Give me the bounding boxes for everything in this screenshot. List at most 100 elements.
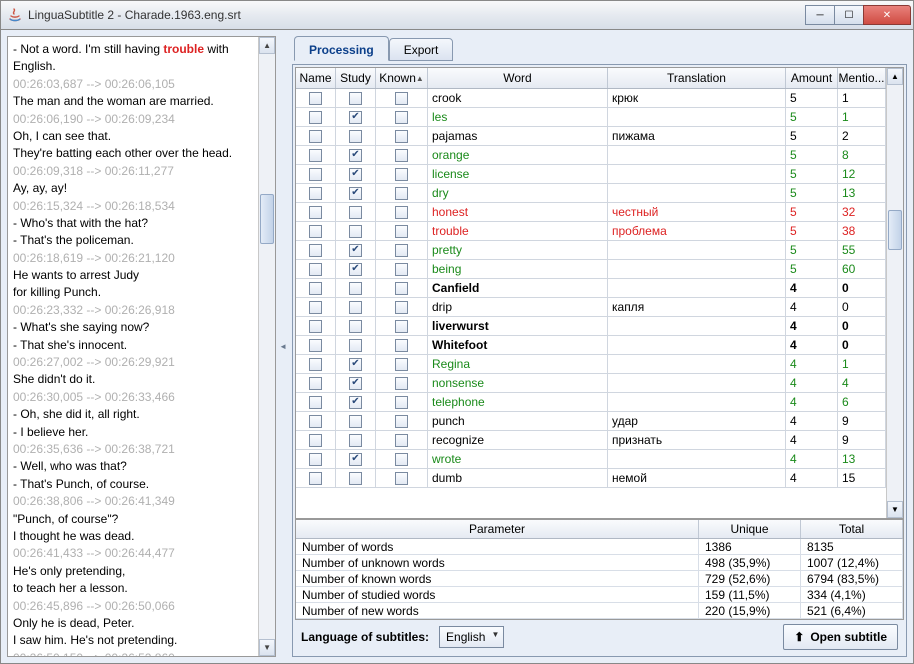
known-checkbox[interactable] [395, 339, 408, 352]
study-checkbox[interactable] [349, 472, 362, 485]
name-checkbox[interactable] [309, 377, 322, 390]
known-checkbox[interactable] [395, 244, 408, 257]
study-checkbox[interactable] [349, 92, 362, 105]
name-checkbox[interactable] [309, 111, 322, 124]
known-checkbox[interactable] [395, 301, 408, 314]
study-checkbox[interactable] [349, 187, 362, 200]
table-row[interactable]: Canfield40 [296, 279, 886, 298]
table-scrollbar[interactable]: ▲ ▼ [886, 68, 903, 518]
study-checkbox[interactable] [349, 358, 362, 371]
known-checkbox[interactable] [395, 415, 408, 428]
table-row[interactable]: honestчестный532 [296, 203, 886, 222]
name-checkbox[interactable] [309, 453, 322, 466]
close-button[interactable]: ✕ [863, 5, 911, 25]
table-row[interactable]: Regina41 [296, 355, 886, 374]
known-checkbox[interactable] [395, 434, 408, 447]
table-row[interactable]: recognizeпризнать49 [296, 431, 886, 450]
known-checkbox[interactable] [395, 92, 408, 105]
study-checkbox[interactable] [349, 225, 362, 238]
table-row[interactable]: dry513 [296, 184, 886, 203]
study-checkbox[interactable] [349, 396, 362, 409]
table-row[interactable]: being560 [296, 260, 886, 279]
known-checkbox[interactable] [395, 149, 408, 162]
maximize-button[interactable]: ☐ [834, 5, 864, 25]
study-checkbox[interactable] [349, 434, 362, 447]
table-row[interactable]: telephone46 [296, 393, 886, 412]
study-checkbox[interactable] [349, 149, 362, 162]
name-checkbox[interactable] [309, 434, 322, 447]
study-checkbox[interactable] [349, 244, 362, 257]
study-checkbox[interactable] [349, 453, 362, 466]
name-checkbox[interactable] [309, 396, 322, 409]
splitter-handle[interactable] [280, 36, 288, 657]
table-row[interactable]: license512 [296, 165, 886, 184]
table-row[interactable]: punchудар49 [296, 412, 886, 431]
known-checkbox[interactable] [395, 453, 408, 466]
col-header-word[interactable]: Word [428, 68, 608, 88]
name-checkbox[interactable] [309, 358, 322, 371]
subtitle-scrollbar[interactable]: ▲ ▼ [258, 37, 275, 656]
subtitle-text[interactable]: - Not a word. I'm still having trouble w… [8, 37, 275, 657]
scroll-down-icon[interactable]: ▼ [259, 639, 275, 656]
known-checkbox[interactable] [395, 282, 408, 295]
study-checkbox[interactable] [349, 130, 362, 143]
name-checkbox[interactable] [309, 92, 322, 105]
name-checkbox[interactable] [309, 168, 322, 181]
known-checkbox[interactable] [395, 320, 408, 333]
name-checkbox[interactable] [309, 244, 322, 257]
col-header-mentio[interactable]: Mentio... [838, 68, 886, 88]
name-checkbox[interactable] [309, 225, 322, 238]
scroll-down-icon[interactable]: ▼ [887, 501, 903, 518]
name-checkbox[interactable] [309, 320, 322, 333]
known-checkbox[interactable] [395, 358, 408, 371]
known-checkbox[interactable] [395, 377, 408, 390]
known-checkbox[interactable] [395, 187, 408, 200]
table-row[interactable]: dripкапля40 [296, 298, 886, 317]
known-checkbox[interactable] [395, 130, 408, 143]
tab-export[interactable]: Export [389, 38, 454, 61]
table-row[interactable]: wrote413 [296, 450, 886, 469]
table-row[interactable]: pretty555 [296, 241, 886, 260]
name-checkbox[interactable] [309, 472, 322, 485]
minimize-button[interactable]: ─ [805, 5, 835, 25]
known-checkbox[interactable] [395, 111, 408, 124]
name-checkbox[interactable] [309, 301, 322, 314]
scroll-up-icon[interactable]: ▲ [259, 37, 275, 54]
study-checkbox[interactable] [349, 282, 362, 295]
table-row[interactable]: orange58 [296, 146, 886, 165]
table-row[interactable]: pajamasпижама52 [296, 127, 886, 146]
study-checkbox[interactable] [349, 168, 362, 181]
col-header-name[interactable]: Name [296, 68, 336, 88]
open-subtitle-button[interactable]: Open subtitle [783, 624, 898, 650]
study-checkbox[interactable] [349, 415, 362, 428]
scroll-thumb[interactable] [260, 194, 274, 244]
table-row[interactable]: Whitefoot40 [296, 336, 886, 355]
known-checkbox[interactable] [395, 263, 408, 276]
study-checkbox[interactable] [349, 206, 362, 219]
table-row[interactable]: nonsense44 [296, 374, 886, 393]
study-checkbox[interactable] [349, 377, 362, 390]
tab-processing[interactable]: Processing [294, 36, 389, 61]
known-checkbox[interactable] [395, 206, 408, 219]
language-select[interactable]: English [439, 626, 504, 648]
scroll-thumb[interactable] [888, 210, 902, 250]
scroll-track[interactable] [259, 54, 275, 639]
name-checkbox[interactable] [309, 130, 322, 143]
table-row[interactable]: les51 [296, 108, 886, 127]
study-checkbox[interactable] [349, 301, 362, 314]
name-checkbox[interactable] [309, 282, 322, 295]
known-checkbox[interactable] [395, 472, 408, 485]
name-checkbox[interactable] [309, 206, 322, 219]
study-checkbox[interactable] [349, 339, 362, 352]
col-header-amount[interactable]: Amount [786, 68, 838, 88]
known-checkbox[interactable] [395, 396, 408, 409]
known-checkbox[interactable] [395, 225, 408, 238]
known-checkbox[interactable] [395, 168, 408, 181]
table-row[interactable]: dumbнемой415 [296, 469, 886, 488]
name-checkbox[interactable] [309, 149, 322, 162]
name-checkbox[interactable] [309, 263, 322, 276]
col-header-known[interactable]: Known [376, 68, 428, 88]
col-header-translation[interactable]: Translation [608, 68, 786, 88]
study-checkbox[interactable] [349, 111, 362, 124]
table-row[interactable]: crookкрюк51 [296, 89, 886, 108]
